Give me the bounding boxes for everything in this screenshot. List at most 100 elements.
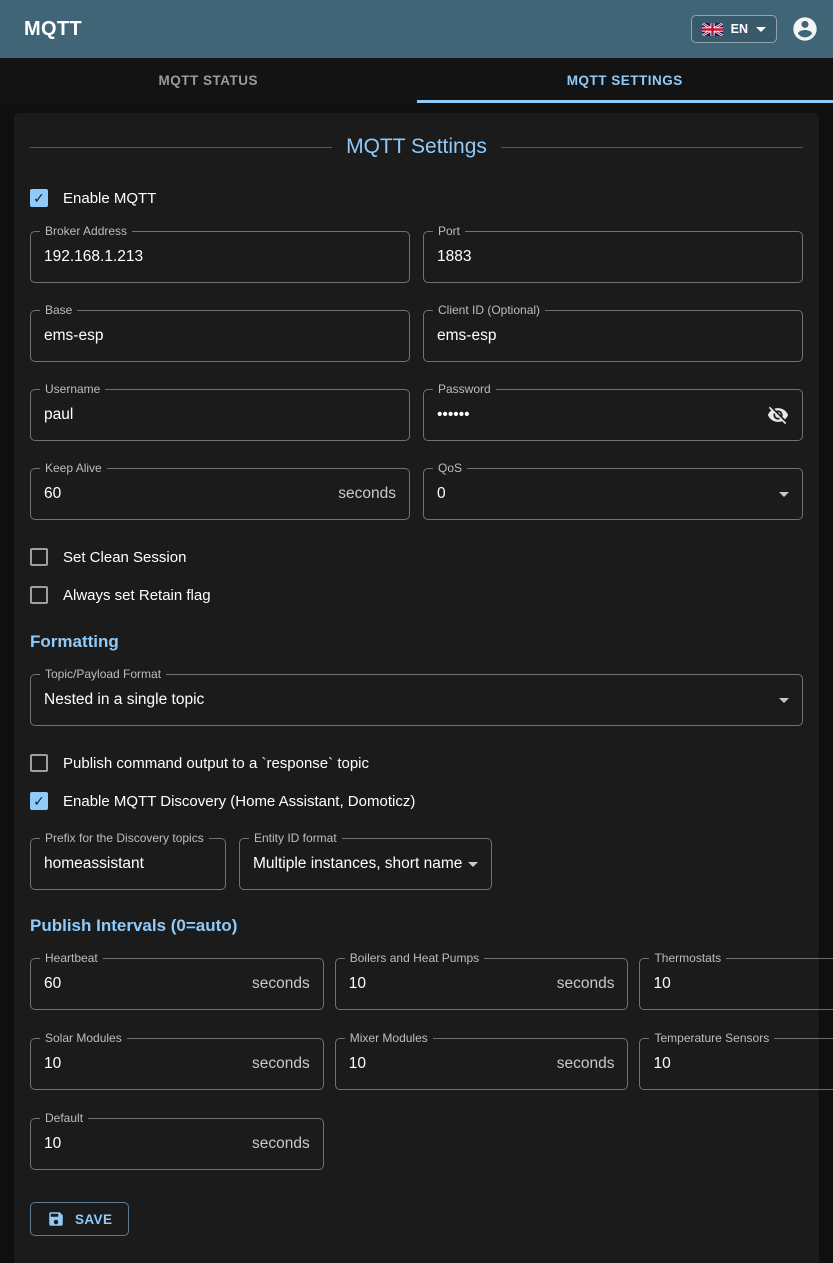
app-title: MQTT [24,18,82,41]
solar-modules-label: Solar Modules [40,1031,127,1045]
checkbox-unchecked-icon [30,586,48,604]
clean-session-checkbox[interactable]: Set Clean Session [30,548,803,566]
checkbox-unchecked-icon [30,754,48,772]
mixer-modules-unit: seconds [549,1055,615,1073]
thermostats-label: Thermostats [649,951,726,965]
publish-interval-fields: Heartbeat seconds Boilers and Heat Pumps… [30,958,803,1170]
checkbox-checked-icon: ✓ [30,189,48,207]
keep-alive-unit: seconds [330,485,396,503]
mixer-modules-label: Mixer Modules [345,1031,433,1045]
username-field: Username [30,389,410,441]
temperature-sensors-label: Temperature Sensors [649,1031,774,1045]
username-input[interactable] [44,406,396,424]
publish-intervals-heading: Publish Intervals (0=auto) [30,916,803,936]
port-label: Port [433,224,465,238]
enable-mqtt-label: Enable MQTT [63,190,156,207]
password-field: Password [423,389,803,441]
save-button[interactable]: SAVE [30,1202,129,1236]
client-id-field: Client ID (Optional) [423,310,803,362]
temperature-sensors-field: Temperature Sensors seconds [639,1038,833,1090]
keep-alive-label: Keep Alive [40,461,107,475]
heartbeat-label: Heartbeat [40,951,103,965]
thermostats-field: Thermostats seconds [639,958,833,1010]
entity-id-format-select[interactable]: Entity ID format Multiple instances, sho… [239,838,492,890]
keep-alive-input[interactable] [44,485,330,503]
default-interval-field: Default seconds [30,1118,324,1170]
divider [501,147,803,148]
base-field: Base [30,310,410,362]
checkbox-checked-icon: ✓ [30,792,48,810]
boilers-label: Boilers and Heat Pumps [345,951,484,965]
uk-flag-icon [702,23,723,36]
heartbeat-input[interactable] [44,975,244,993]
port-field: Port [423,231,803,283]
publish-response-label: Publish command output to a `response` t… [63,755,369,772]
username-label: Username [40,382,105,396]
entity-id-format-label: Entity ID format [249,831,342,845]
solar-modules-input[interactable] [44,1055,244,1073]
discovery-prefix-field: Prefix for the Discovery topics [30,838,226,890]
retain-flag-checkbox[interactable]: Always set Retain flag [30,586,803,604]
save-icon [47,1210,65,1228]
password-input[interactable] [437,406,767,424]
solar-modules-unit: seconds [244,1055,310,1073]
visibility-off-icon[interactable] [767,404,789,426]
topic-format-select[interactable]: Topic/Payload Format Nested in a single … [30,674,803,726]
connection-fields: Broker Address Port Base Client ID (Opti… [30,231,803,520]
default-interval-label: Default [40,1111,88,1125]
discovery-prefix-input[interactable] [44,855,212,873]
client-id-input[interactable] [437,327,789,345]
qos-select[interactable]: QoS 0 [423,468,803,520]
default-interval-unit: seconds [244,1135,310,1153]
tab-mqtt-status[interactable]: MQTT STATUS [0,58,417,103]
mixer-modules-field: Mixer Modules seconds [335,1038,629,1090]
publish-response-checkbox[interactable]: Publish command output to a `response` t… [30,754,803,772]
clean-session-label: Set Clean Session [63,549,186,566]
default-interval-input[interactable] [44,1135,244,1153]
tab-bar: MQTT STATUS MQTT SETTINGS [0,58,833,103]
solar-modules-field: Solar Modules seconds [30,1038,324,1090]
topic-format-label: Topic/Payload Format [40,667,166,681]
heartbeat-field: Heartbeat seconds [30,958,324,1010]
app-bar: MQTT EN [0,0,833,58]
password-label: Password [433,382,496,396]
broker-address-input[interactable] [44,248,396,266]
port-input[interactable] [437,248,789,266]
mixer-modules-input[interactable] [349,1055,549,1073]
dropdown-arrow-icon [779,492,789,497]
temperature-sensors-input[interactable] [653,1055,833,1073]
heartbeat-unit: seconds [244,975,310,993]
save-button-label: SAVE [75,1212,112,1227]
account-icon[interactable] [791,15,819,43]
qos-label: QoS [433,461,467,475]
formatting-heading: Formatting [30,632,803,652]
tab-mqtt-settings[interactable]: MQTT SETTINGS [417,58,833,103]
checkbox-unchecked-icon [30,548,48,566]
language-label: EN [731,22,748,36]
base-label: Base [40,303,77,317]
broker-address-field: Broker Address [30,231,410,283]
boilers-input[interactable] [349,975,549,993]
mqtt-discovery-checkbox[interactable]: ✓ Enable MQTT Discovery (Home Assistant,… [30,792,803,810]
page-title: MQTT Settings [346,135,487,159]
client-id-label: Client ID (Optional) [433,303,545,317]
discovery-fields: Prefix for the Discovery topics Entity I… [30,838,803,890]
boilers-unit: seconds [549,975,615,993]
dropdown-arrow-icon [468,862,478,867]
topic-format-value: Nested in a single topic [44,691,779,709]
discovery-prefix-label: Prefix for the Discovery topics [40,831,209,845]
entity-id-format-value: Multiple instances, short name [253,855,468,873]
dropdown-arrow-icon [779,698,789,703]
divider [30,147,332,148]
page-title-row: MQTT Settings [30,135,803,159]
chevron-down-icon [756,27,766,32]
app-bar-actions: EN [691,15,819,43]
broker-address-label: Broker Address [40,224,132,238]
language-selector[interactable]: EN [691,15,777,43]
boilers-field: Boilers and Heat Pumps seconds [335,958,629,1010]
qos-value: 0 [437,485,779,503]
enable-mqtt-checkbox[interactable]: ✓ Enable MQTT [30,189,803,207]
mqtt-discovery-label: Enable MQTT Discovery (Home Assistant, D… [63,793,415,810]
thermostats-input[interactable] [653,975,833,993]
base-input[interactable] [44,327,396,345]
